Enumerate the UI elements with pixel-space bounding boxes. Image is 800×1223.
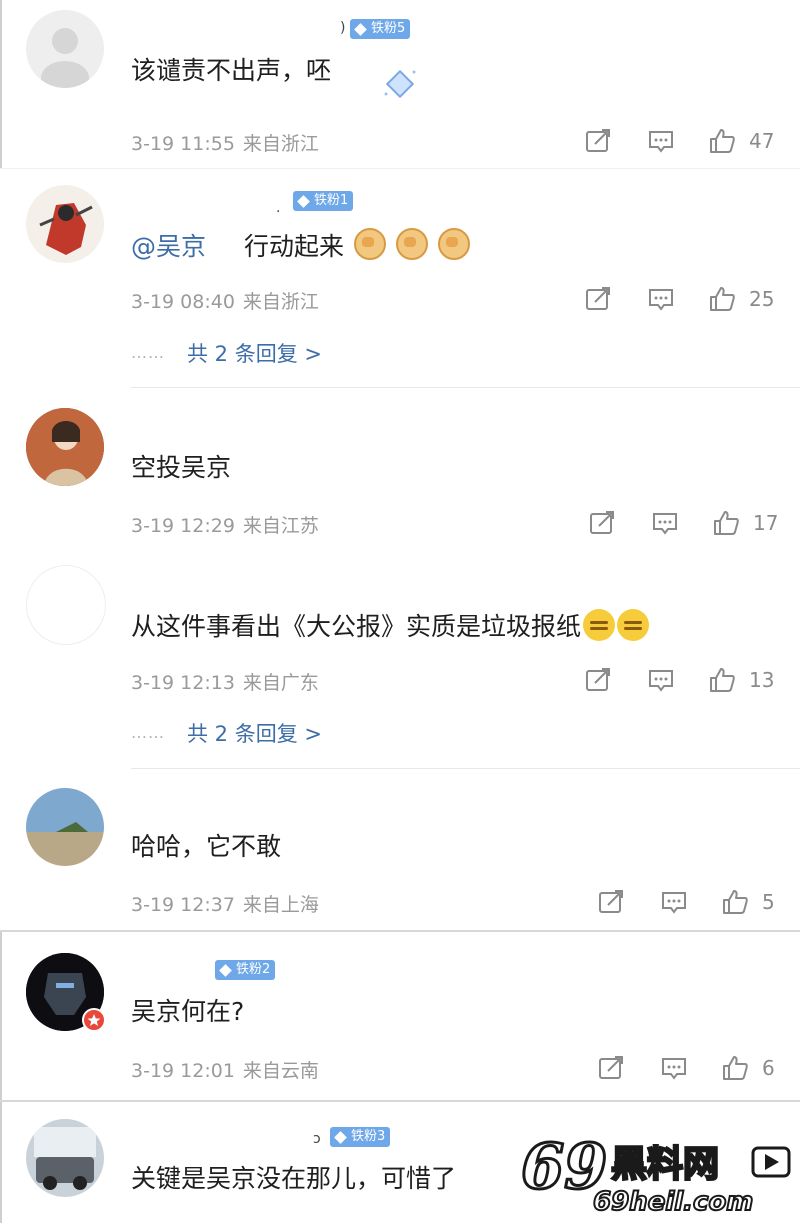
divider xyxy=(0,168,800,169)
watermark-logo: 69 黑料网 69heil.com xyxy=(520,1129,791,1218)
comment-meta: 3-19 11:55 来自浙江 xyxy=(131,133,319,155)
smirk-icon xyxy=(617,609,650,641)
comment-icon[interactable] xyxy=(647,285,675,313)
comment-actions: 13 xyxy=(584,666,784,694)
comment-icon[interactable] xyxy=(651,509,679,537)
avatar[interactable] xyxy=(26,185,104,263)
reply-dots: …… xyxy=(131,723,165,742)
like-count: 47 xyxy=(749,129,775,153)
view-replies-link[interactable]: …… 共 2 条回复 > xyxy=(131,338,322,368)
comment-4: 从这件事看出《大公报》实质是垃圾报纸 3-19 12:13 来自广东 13 …… 共… xyxy=(0,555,800,770)
fan-badge: 铁粉2 xyxy=(215,960,276,980)
sparkle-diamond-icon xyxy=(384,69,416,99)
fan-badge: 铁粉5 xyxy=(350,19,411,39)
username-fragment[interactable]: ɔ xyxy=(313,1131,321,1147)
comment-text: @吴京 行动起来 xyxy=(131,228,471,263)
like-count: 5 xyxy=(762,890,775,914)
reply-dots: …… xyxy=(131,343,165,362)
comment-text: 关键是吴京没在那儿，可惜了 xyxy=(131,1164,457,1193)
diamond-icon xyxy=(219,963,232,977)
like-icon[interactable] xyxy=(708,127,736,155)
left-edge xyxy=(0,932,2,1100)
avatar[interactable] xyxy=(26,10,104,88)
diamond-icon xyxy=(297,194,310,208)
like-icon[interactable] xyxy=(708,285,736,313)
comment-actions: 5 xyxy=(597,888,787,916)
fist-icon xyxy=(354,228,387,260)
fan-badge: 铁粉3 xyxy=(330,1127,391,1147)
comment-2: . 铁粉1 @吴京 行动起来 3-19 08:40 来自浙江 25 …… 共 2 条回… xyxy=(0,170,800,390)
diamond-icon xyxy=(334,1130,347,1144)
like-count: 17 xyxy=(753,511,779,535)
view-replies-link[interactable]: …… 共 2 条回复 > xyxy=(131,718,322,748)
comment-meta: 3-19 12:01 来自云南 xyxy=(131,1060,319,1082)
comment-icon[interactable] xyxy=(660,888,688,916)
fan-badge: 铁粉1 xyxy=(293,191,354,211)
share-icon[interactable] xyxy=(597,1054,625,1082)
share-icon[interactable] xyxy=(588,509,616,537)
like-icon[interactable] xyxy=(721,1054,749,1082)
smirk-icon xyxy=(583,609,616,641)
fist-icon xyxy=(438,228,471,260)
divider xyxy=(131,387,800,388)
svg-text:69heil.com: 69heil.com xyxy=(593,1187,753,1217)
avatar[interactable] xyxy=(26,788,104,866)
svg-text:黑料网: 黑料网 xyxy=(611,1144,719,1185)
comment-meta: 3-19 12:37 来自上海 xyxy=(131,894,319,916)
share-icon[interactable] xyxy=(584,285,612,313)
comment-6: 铁粉2 吴京何在? 3-19 12:01 来自云南 6 xyxy=(0,933,800,1103)
comment-icon[interactable] xyxy=(647,666,675,694)
comment-text: 从这件事看出《大公报》实质是垃圾报纸 xyxy=(131,609,650,643)
like-icon[interactable] xyxy=(712,509,740,537)
username-fragment[interactable]: ) xyxy=(340,20,345,36)
comment-actions: 6 xyxy=(597,1054,787,1082)
divider xyxy=(131,768,800,769)
comment-actions: 17 xyxy=(588,509,788,537)
left-edge xyxy=(0,0,2,168)
comment-meta: 3-19 12:29 来自江苏 xyxy=(131,515,319,537)
like-icon[interactable] xyxy=(708,666,736,694)
like-count: 6 xyxy=(762,1056,775,1080)
comment-icon[interactable] xyxy=(660,1054,688,1082)
comment-meta: 3-19 08:40 来自浙江 xyxy=(131,291,319,313)
share-icon[interactable] xyxy=(597,888,625,916)
comment-actions: 47 xyxy=(584,127,784,155)
comment-meta: 3-19 12:13 来自广东 xyxy=(131,672,319,694)
avatar[interactable] xyxy=(26,1119,104,1197)
divider xyxy=(0,930,800,932)
avatar[interactable] xyxy=(26,408,104,486)
comment-3: 空投吴京 3-19 12:29 来自江苏 17 xyxy=(0,390,800,550)
comment-5: 哈哈，它不敢 3-19 12:37 来自上海 5 xyxy=(0,770,800,930)
divider xyxy=(0,1100,800,1102)
like-count: 25 xyxy=(749,287,775,311)
share-icon[interactable] xyxy=(584,666,612,694)
comment-text: 吴京何在? xyxy=(131,997,245,1026)
comment-text: 哈哈，它不敢 xyxy=(131,832,282,861)
comment-text: 该谴责不出声，呸 xyxy=(131,56,332,85)
comment-icon[interactable] xyxy=(647,127,675,155)
fist-icon xyxy=(396,228,429,260)
username-fragment[interactable]: . xyxy=(276,200,280,216)
comment-1: ) 铁粉5 该谴责不出声，呸 3-19 11:55 来自浙江 47 xyxy=(0,0,800,170)
like-icon[interactable] xyxy=(721,888,749,916)
verified-icon xyxy=(82,1008,106,1032)
avatar[interactable] xyxy=(26,565,106,645)
diamond-icon xyxy=(354,22,367,36)
comment-text: 空投吴京 xyxy=(131,453,232,482)
comment-actions: 25 xyxy=(584,285,784,313)
like-count: 13 xyxy=(749,668,775,692)
share-icon[interactable] xyxy=(584,127,612,155)
mention-link[interactable]: @吴京 xyxy=(131,232,206,261)
left-edge xyxy=(0,1102,2,1223)
